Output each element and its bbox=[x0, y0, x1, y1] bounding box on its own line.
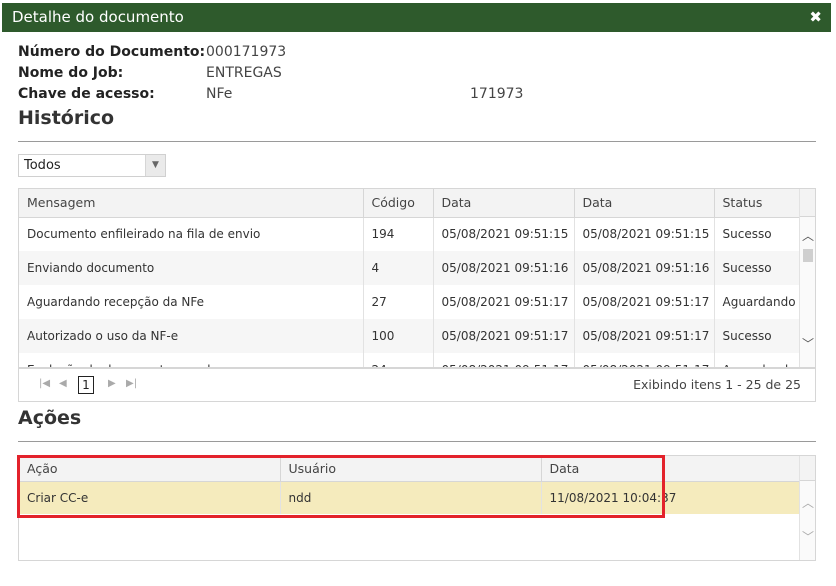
cell-data: 05/08/2021 09:51:17 bbox=[433, 319, 575, 353]
cell-codigo: 194 bbox=[363, 217, 434, 251]
cell-data: 05/08/2021 09:51:17 bbox=[574, 353, 715, 367]
cell-status: Sucesso bbox=[714, 319, 802, 353]
cell-data: 05/08/2021 09:51:17 bbox=[433, 285, 575, 319]
history-pager: |◀ ◀ 1 ▶ ▶| Exibindo itens 1 - 25 de 25 bbox=[18, 368, 816, 402]
previous-page-icon[interactable]: ◀ bbox=[59, 378, 67, 389]
cell-codigo: 4 bbox=[363, 251, 434, 285]
column-header-data-1[interactable]: Data bbox=[433, 189, 575, 218]
table-row[interactable]: Autorizado o uso da NF-e 100 05/08/2021 … bbox=[19, 319, 802, 353]
history-scrollbar[interactable]: ︿ ﹀ bbox=[799, 189, 815, 367]
column-header-data-2[interactable]: Data bbox=[574, 189, 715, 218]
scrollbar-header-spacer bbox=[800, 456, 815, 481]
cell-data: 05/08/2021 09:51:16 bbox=[574, 251, 715, 285]
cell-mensagem: Documento enfileirado na fila de envio bbox=[19, 217, 364, 251]
cell-data: 11/08/2021 10:04:37 bbox=[541, 481, 801, 514]
next-page-icon[interactable]: ▶ bbox=[108, 378, 116, 389]
cell-mensagem: Autorizado o uso da NF-e bbox=[19, 319, 364, 353]
column-header-codigo[interactable]: Código bbox=[363, 189, 434, 218]
last-page-icon[interactable]: ▶| bbox=[126, 378, 137, 389]
table-row[interactable]: Enviando documento 4 05/08/2021 09:51:16… bbox=[19, 251, 802, 285]
column-header-acao[interactable]: Ação bbox=[19, 456, 281, 482]
column-header-data[interactable]: Data bbox=[541, 456, 801, 482]
actions-divider bbox=[18, 441, 816, 442]
history-divider bbox=[18, 141, 816, 142]
chevron-down-icon[interactable]: ▼ bbox=[145, 155, 165, 176]
cell-codigo: 24 bbox=[363, 353, 434, 367]
scroll-up-icon[interactable]: ︿ bbox=[800, 494, 815, 511]
scrollbar-header-spacer bbox=[800, 189, 815, 217]
cell-status: Aguardando bbox=[714, 285, 802, 319]
history-filter-select[interactable]: Todos ▼ bbox=[18, 154, 166, 177]
history-grid: Mensagem Código Data Data Status Documen… bbox=[18, 188, 816, 368]
table-row[interactable]: Aguardando recepção da NFe 27 05/08/2021… bbox=[19, 285, 802, 319]
history-header-row: Mensagem Código Data Data Status bbox=[19, 189, 802, 218]
pager-info: Exibindo itens 1 - 25 de 25 bbox=[633, 377, 801, 392]
column-header-mensagem[interactable]: Mensagem bbox=[19, 189, 364, 218]
cell-data: 05/08/2021 09:51:17 bbox=[433, 353, 575, 367]
cell-usuario: ndd bbox=[280, 481, 542, 514]
cell-data: 05/08/2021 09:51:17 bbox=[574, 319, 715, 353]
cell-data: 05/08/2021 09:51:15 bbox=[433, 217, 575, 251]
actions-title: Ações bbox=[18, 407, 82, 429]
cell-mensagem: Enviando documento bbox=[19, 251, 364, 285]
history-title: Histórico bbox=[18, 107, 115, 129]
history-table: Mensagem Código Data Data Status Documen… bbox=[19, 189, 802, 367]
column-header-usuario[interactable]: Usuário bbox=[280, 456, 542, 482]
cell-status: Sucesso bbox=[714, 217, 802, 251]
access-key-value-start: NFe bbox=[206, 86, 233, 102]
cell-data: 05/08/2021 09:51:17 bbox=[574, 285, 715, 319]
cell-codigo: 27 bbox=[363, 285, 434, 319]
cell-status: Aguardando bbox=[714, 353, 802, 367]
scroll-up-icon[interactable]: ︿ bbox=[800, 227, 815, 244]
job-name-label: Nome do Job: bbox=[18, 65, 124, 81]
cell-mensagem: Aguardando recepção da NFe bbox=[19, 285, 364, 319]
history-filter-value: Todos bbox=[24, 158, 61, 173]
table-row[interactable]: Evolução do documento gerado 24 05/08/20… bbox=[19, 353, 802, 367]
access-key-value-end: 171973 bbox=[470, 86, 524, 102]
current-page-button[interactable]: 1 bbox=[78, 376, 94, 394]
first-page-icon[interactable]: |◀ bbox=[39, 378, 50, 389]
job-name-value: ENTREGAS bbox=[206, 65, 282, 81]
table-row[interactable]: Criar CC-e ndd 11/08/2021 10:04:37 bbox=[19, 481, 801, 514]
actions-header-row: Ação Usuário Data bbox=[19, 456, 801, 482]
cell-data: 05/08/2021 09:51:16 bbox=[433, 251, 575, 285]
window-titlebar: Detalhe do documento ✖ bbox=[2, 3, 831, 32]
access-key-label: Chave de acesso: bbox=[18, 86, 155, 102]
document-number-value: 000171973 bbox=[206, 44, 287, 60]
actions-scrollbar[interactable]: ︿ ﹀ bbox=[799, 456, 815, 560]
cell-mensagem: Evolução do documento gerado bbox=[19, 353, 364, 367]
scrollbar-thumb[interactable] bbox=[803, 249, 813, 262]
scroll-down-icon[interactable]: ﹀ bbox=[800, 528, 815, 545]
column-header-status[interactable]: Status bbox=[714, 189, 802, 218]
cell-status: Sucesso bbox=[714, 251, 802, 285]
scroll-down-icon[interactable]: ﹀ bbox=[800, 335, 815, 352]
cell-codigo: 100 bbox=[363, 319, 434, 353]
actions-table: Ação Usuário Data Criar CC-e ndd 11/08/2… bbox=[19, 456, 801, 514]
actions-grid: Ação Usuário Data Criar CC-e ndd 11/08/2… bbox=[18, 455, 816, 561]
table-row[interactable]: Documento enfileirado na fila de envio 1… bbox=[19, 217, 802, 251]
cell-data: 05/08/2021 09:51:15 bbox=[574, 217, 715, 251]
cell-acao: Criar CC-e bbox=[19, 481, 281, 514]
document-number-label: Número do Documento: bbox=[18, 44, 206, 60]
close-icon[interactable]: ✖ bbox=[809, 3, 822, 32]
window-title: Detalhe do documento bbox=[12, 8, 184, 26]
